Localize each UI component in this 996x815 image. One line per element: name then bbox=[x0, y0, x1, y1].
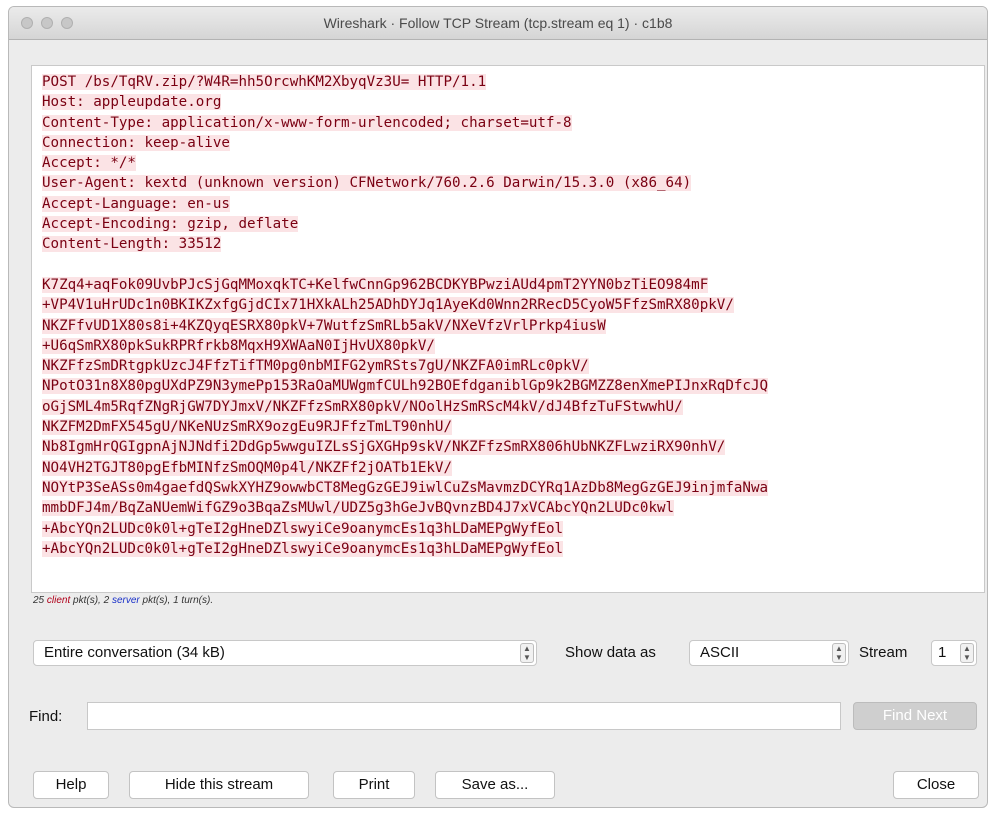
stream-line-text: Content-Type: application/x-www-form-url… bbox=[42, 114, 572, 131]
select-chevron-icon: ▲ ▼ bbox=[520, 643, 534, 663]
stream-line-text: NKZFfvUD1X80s8i+4KZQyqESRX80pkV+7WutfzSm… bbox=[42, 317, 606, 334]
stream-line: +U6qSmRX80pkSukRPRfrkb8MqxH9XWAaN0IjHvUX… bbox=[42, 336, 974, 356]
stream-line: Connection: keep-alive bbox=[42, 133, 974, 153]
conversation-select-value: Entire conversation (34 kB) bbox=[44, 644, 225, 661]
stream-line: Nb8IgmHrQGIgpnAjNJNdfi2DdGp5wwguIZLsSjGX… bbox=[42, 437, 974, 457]
stream-line-text: Accept-Encoding: gzip, deflate bbox=[42, 216, 299, 233]
stream-line-text: +AbcYQn2LUDc0k0l+gTeI2gHneDZlswyiCe9oany… bbox=[42, 520, 564, 537]
stream-line: +VP4V1uHrUDc1n0BKIKZxfgGjdCIx71HXkALh25A… bbox=[42, 295, 974, 315]
summary-server-label: server bbox=[111, 595, 140, 606]
stream-line-text: Accept: */* bbox=[42, 155, 136, 172]
show-data-as-label: Show data as bbox=[565, 644, 656, 661]
close-button[interactable]: Close bbox=[893, 771, 979, 799]
stream-line: NKZFfvUD1X80s8i+4KZQyqESRX80pkV+7WutfzSm… bbox=[42, 316, 974, 336]
stream-line-text: Accept-Language: en-us bbox=[42, 195, 230, 212]
show-data-as-select[interactable]: ASCII ▲ ▼ bbox=[689, 640, 849, 666]
stream-line: User-Agent: kextd (unknown version) CFNe… bbox=[42, 173, 974, 193]
follow-tcp-stream-window: Wireshark · Follow TCP Stream (tcp.strea… bbox=[8, 6, 988, 808]
stream-line: Accept: */* bbox=[42, 153, 974, 173]
help-button[interactable]: Help bbox=[33, 771, 109, 799]
summary-prefix: 25 bbox=[33, 595, 45, 606]
stream-line-text: K7Zq4+aqFok09UvbPJcSjGqMMoxqkTC+KelfwCnn… bbox=[42, 276, 709, 293]
stream-line: Content-Length: 33512 bbox=[42, 234, 974, 254]
conversation-select[interactable]: Entire conversation (34 kB) ▲ ▼ bbox=[33, 640, 537, 666]
stream-line: NKZFfzSmDRtgpkUzcJ4FfzTifTM0pg0nbMIFG2ym… bbox=[42, 356, 974, 376]
stream-content-pane[interactable]: POST /bs/TqRV.zip/?W4R=hh5OrcwhKM2XbyqVz… bbox=[31, 65, 985, 593]
stream-line: Host: appleupdate.org bbox=[42, 92, 974, 112]
stream-line-text: Nb8IgmHrQGIgpnAjNJNdfi2DdGp5wwguIZLsSjGX… bbox=[42, 439, 726, 456]
stream-line-text: NKZFfzSmDRtgpkUzcJ4FfzTifTM0pg0nbMIFG2ym… bbox=[42, 358, 589, 375]
stream-line: NKZFM2DmFX545gU/NKeNUzSmRX9ozgEu9RJFfzTm… bbox=[42, 417, 974, 437]
stream-line: Accept-Encoding: gzip, deflate bbox=[42, 214, 974, 234]
stream-line-text: Content-Length: 33512 bbox=[42, 236, 222, 253]
stream-line: Accept-Language: en-us bbox=[42, 194, 974, 214]
stream-line: POST /bs/TqRV.zip/?W4R=hh5OrcwhKM2XbyqVz… bbox=[42, 72, 974, 92]
summary-mid: pkt(s), 2 bbox=[73, 595, 110, 606]
select-chevron-icon: ▲ ▼ bbox=[832, 643, 846, 663]
stream-line: +AbcYQn2LUDc0k0l+gTeI2gHneDZlswyiCe9oany… bbox=[42, 539, 974, 559]
title-bar: Wireshark · Follow TCP Stream (tcp.strea… bbox=[9, 7, 987, 40]
packet-summary: 25 client pkt(s), 2 server pkt(s), 1 tur… bbox=[33, 595, 213, 606]
summary-suffix: pkt(s), 1 turn(s). bbox=[142, 595, 214, 606]
find-input[interactable] bbox=[87, 702, 841, 730]
stream-line-text: User-Agent: kextd (unknown version) CFNe… bbox=[42, 175, 692, 192]
stream-line: NPotO31n8X80pgUXdPZ9N3ymePp153RaOaMUWgmf… bbox=[42, 376, 974, 396]
stream-label: Stream bbox=[859, 644, 908, 661]
stream-line-text: NO4VH2TGJT80pgEfbMINfzSmOQM0p4l/NKZFf2jO… bbox=[42, 459, 452, 476]
summary-client-label: client bbox=[46, 595, 71, 606]
save-as-button[interactable]: Save as... bbox=[435, 771, 555, 799]
stream-line-text: Connection: keep-alive bbox=[42, 134, 230, 151]
stream-line-text: NPotO31n8X80pgUXdPZ9N3ymePp153RaOaMUWgmf… bbox=[42, 378, 769, 395]
stream-line-text: mmbDFJ4m/BqZaNUemWifGZ9o3BqaZsMUwl/UDZ5g… bbox=[42, 500, 675, 517]
show-data-as-value: ASCII bbox=[700, 644, 740, 661]
stream-line-text: +VP4V1uHrUDc1n0BKIKZxfgGjdCIx71HXkALh25A… bbox=[42, 297, 734, 314]
stream-line-text: NKZFM2DmFX545gU/NKeNUzSmRX9ozgEu9RJFfzTm… bbox=[42, 419, 452, 436]
print-button[interactable]: Print bbox=[333, 771, 415, 799]
stream-line: +AbcYQn2LUDc0k0l+gTeI2gHneDZlswyiCe9oany… bbox=[42, 519, 974, 539]
stream-line: mmbDFJ4m/BqZaNUemWifGZ9o3BqaZsMUwl/UDZ5g… bbox=[42, 498, 974, 518]
stream-line: NO4VH2TGJT80pgEfbMINfzSmOQM0p4l/NKZFf2jO… bbox=[42, 458, 974, 478]
find-next-button[interactable]: Find Next bbox=[853, 702, 977, 730]
stream-line-text: Host: appleupdate.org bbox=[42, 94, 222, 111]
stream-line bbox=[42, 255, 974, 275]
stream-line: Content-Type: application/x-www-form-url… bbox=[42, 113, 974, 133]
stream-line-text: +AbcYQn2LUDc0k0l+gTeI2gHneDZlswyiCe9oany… bbox=[42, 540, 564, 557]
hide-stream-button[interactable]: Hide this stream bbox=[129, 771, 309, 799]
stream-line-text: oGjSML4m5RqfZNgRjGW7DYJmxV/NKZFfzSmRX80p… bbox=[42, 398, 683, 415]
stream-number-stepper[interactable]: 1 ▲ ▼ bbox=[931, 640, 977, 666]
stream-line-text: +U6qSmRX80pkSukRPRfrkb8MqxH9XWAaN0IjHvUX… bbox=[42, 337, 435, 354]
stepper-arrows-icon[interactable]: ▲ ▼ bbox=[960, 643, 974, 663]
stream-line: oGjSML4m5RqfZNgRjGW7DYJmxV/NKZFfzSmRX80p… bbox=[42, 397, 974, 417]
stream-number-value: 1 bbox=[938, 644, 947, 661]
find-label: Find: bbox=[29, 708, 63, 725]
stream-line-text: POST /bs/TqRV.zip/?W4R=hh5OrcwhKM2XbyqVz… bbox=[42, 74, 487, 90]
window-title: Wireshark · Follow TCP Stream (tcp.strea… bbox=[323, 15, 673, 31]
stream-line: NOYtP3SeASs0m4gaefdQSwkXYHZ9owwbCT8MegGz… bbox=[42, 478, 974, 498]
stream-line-text: NOYtP3SeASs0m4gaefdQSwkXYHZ9owwbCT8MegGz… bbox=[42, 479, 769, 496]
stream-line: K7Zq4+aqFok09UvbPJcSjGqMMoxqkTC+KelfwCnn… bbox=[42, 275, 974, 295]
stream-text: POST /bs/TqRV.zip/?W4R=hh5OrcwhKM2XbyqVz… bbox=[42, 72, 974, 559]
